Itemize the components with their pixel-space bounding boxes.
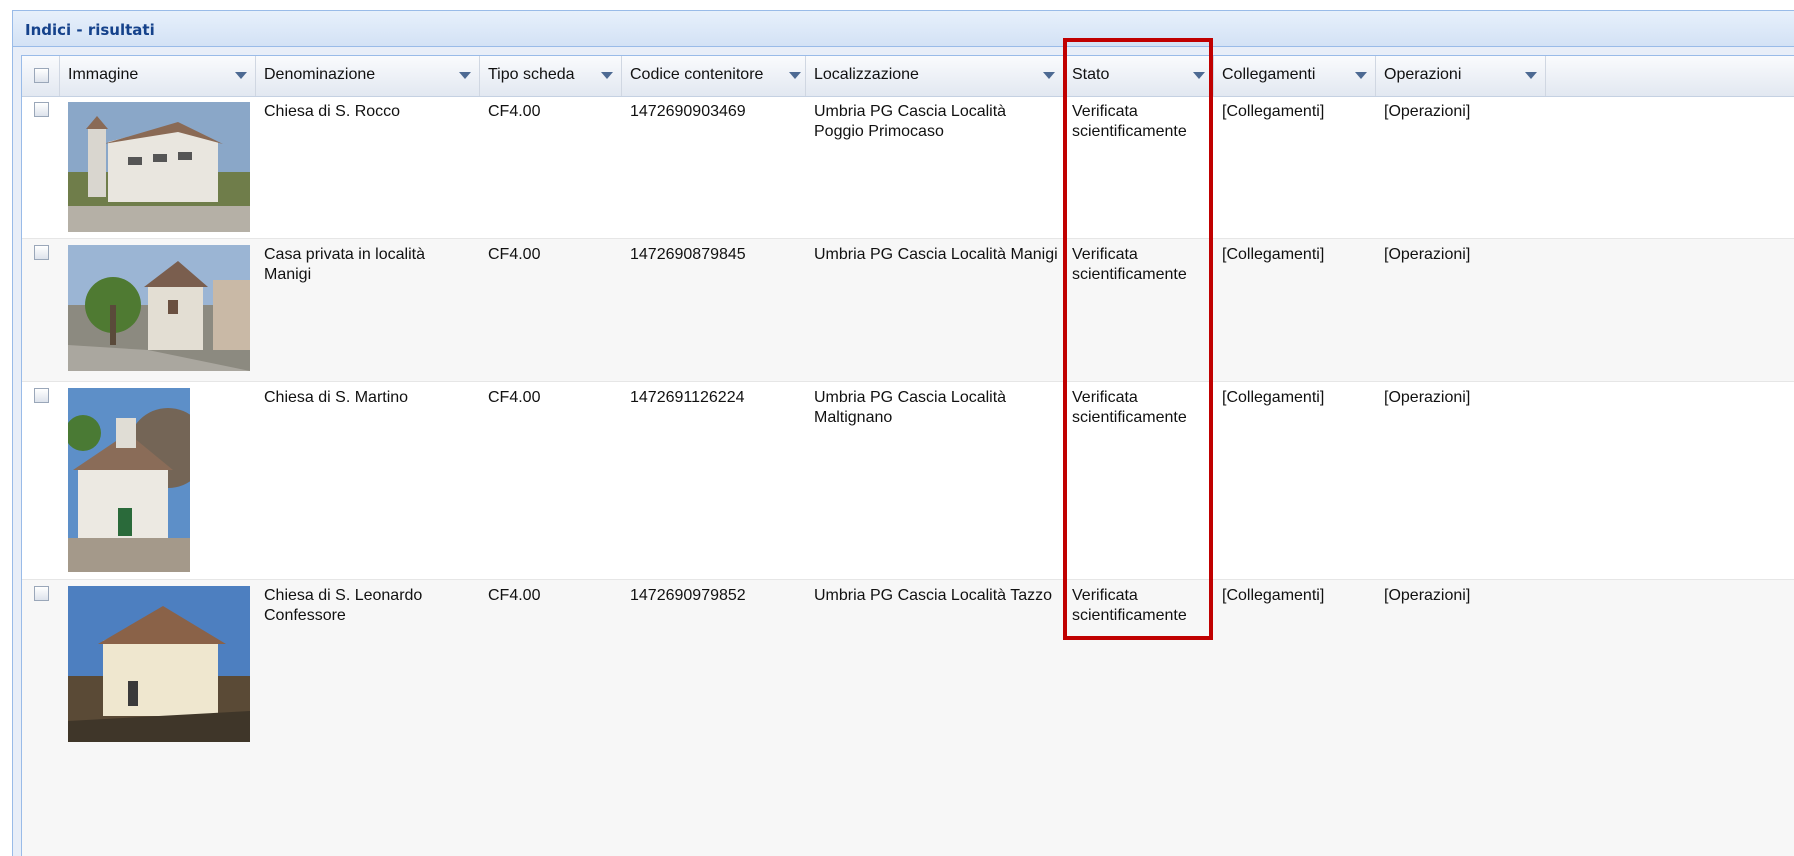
column-header-immagine[interactable]: Immagine [60,56,256,96]
grid-header: Immagine Denominazione Tipo scheda Codic… [22,56,1794,97]
cell-collegamenti-link[interactable]: [Collegamenti] [1222,245,1324,265]
cell-operazioni-link[interactable]: [Operazioni] [1384,102,1470,122]
cell-codice-contenitore: 1472690879845 [630,246,746,263]
row-thumbnail-image[interactable] [68,388,190,572]
cell-collegamenti-link[interactable]: [Collegamenti] [1222,388,1324,408]
cell-operazioni-link[interactable]: [Operazioni] [1384,388,1470,408]
column-label: Denominazione [264,66,376,83]
row-checkbox[interactable] [34,102,49,117]
cell-collegamenti-link[interactable]: [Collegamenti] [1222,586,1324,606]
cell-operazioni-link[interactable]: [Operazioni] [1384,586,1470,606]
cell-stato: Verificata scientificamente [1072,587,1187,624]
row-checkbox[interactable] [34,586,49,601]
cell-stato: Verificata scientificamente [1072,246,1187,283]
column-label: Localizzazione [814,66,919,83]
row-checkbox[interactable] [34,388,49,403]
column-header-operazioni[interactable]: Operazioni [1376,56,1546,96]
column-menu-arrow-icon[interactable] [1525,72,1537,79]
cell-codice-contenitore: 1472690979852 [630,587,746,604]
table-row[interactable]: Chiesa di S. Rocco CF4.00 1472690903469 … [22,96,1794,239]
column-header-tipo-scheda[interactable]: Tipo scheda [480,56,622,96]
column-menu-arrow-icon[interactable] [1355,72,1367,79]
column-header-denominazione[interactable]: Denominazione [256,56,480,96]
column-label: Codice contenitore [630,66,764,83]
cell-localizzazione: Umbria PG Cascia Località Tazzo [814,587,1053,604]
cell-tipo-scheda: CF4.00 [488,389,541,406]
row-thumbnail-image[interactable] [68,586,250,742]
column-label: Immagine [68,66,139,83]
results-panel: Indici - risultati Immagine Denominazion… [12,10,1794,856]
column-label: Operazioni [1384,66,1462,83]
column-label: Tipo scheda [488,66,575,83]
column-menu-arrow-icon[interactable] [1043,72,1055,79]
row-thumbnail-image[interactable] [68,245,250,371]
column-label: Collegamenti [1222,66,1316,83]
column-header-collegamenti[interactable]: Collegamenti [1214,56,1376,96]
cell-stato: Verificata scientificamente [1072,389,1187,426]
column-menu-arrow-icon[interactable] [235,72,247,79]
cell-tipo-scheda: CF4.00 [488,587,541,604]
column-label: Stato [1072,66,1110,83]
cell-codice-contenitore: 1472691126224 [630,389,745,406]
column-header-stato[interactable]: Stato [1064,56,1214,96]
cell-collegamenti-link[interactable]: [Collegamenti] [1222,102,1324,122]
column-header-localizzazione[interactable]: Localizzazione [806,56,1064,96]
cell-tipo-scheda: CF4.00 [488,103,541,120]
cell-denominazione: Chiesa di S. Rocco [264,103,401,120]
column-menu-arrow-icon[interactable] [459,72,471,79]
cell-codice-contenitore: 1472690903469 [630,103,746,120]
table-row[interactable]: Chiesa di S. Martino CF4.00 147269112622… [22,382,1794,580]
grid-area: Immagine Denominazione Tipo scheda Codic… [13,47,1794,856]
column-menu-arrow-icon[interactable] [1193,72,1205,79]
panel-title: Indici - risultati [13,11,1794,47]
cell-denominazione: Chiesa di S. Martino [264,389,409,406]
table-row[interactable]: Chiesa di S. Leonardo Confessore CF4.00 … [22,580,1794,856]
cell-localizzazione: Umbria PG Cascia Località Maltignano [814,389,1007,426]
cell-stato: Verificata scientificamente [1072,103,1187,140]
cell-localizzazione: Umbria PG Cascia Località Manigi [814,246,1058,263]
cell-denominazione: Chiesa di S. Leonardo Confessore [264,587,423,624]
results-grid: Immagine Denominazione Tipo scheda Codic… [21,55,1794,856]
table-row[interactable]: Casa privata in località Manigi CF4.00 1… [22,239,1794,382]
row-checkbox[interactable] [34,245,49,260]
column-menu-arrow-icon[interactable] [601,72,613,79]
row-thumbnail-image[interactable] [68,102,250,232]
cell-localizzazione: Umbria PG Cascia Località Poggio Primoca… [814,103,1007,140]
column-header-codice-contenitore[interactable]: Codice contenitore [622,56,806,96]
cell-denominazione: Casa privata in località Manigi [264,246,425,283]
select-all-checkbox[interactable] [34,68,49,83]
cell-operazioni-link[interactable]: [Operazioni] [1384,245,1470,265]
cell-tipo-scheda: CF4.00 [488,246,541,263]
column-menu-arrow-icon[interactable] [789,72,801,79]
header-checkbox-cell [22,56,60,96]
